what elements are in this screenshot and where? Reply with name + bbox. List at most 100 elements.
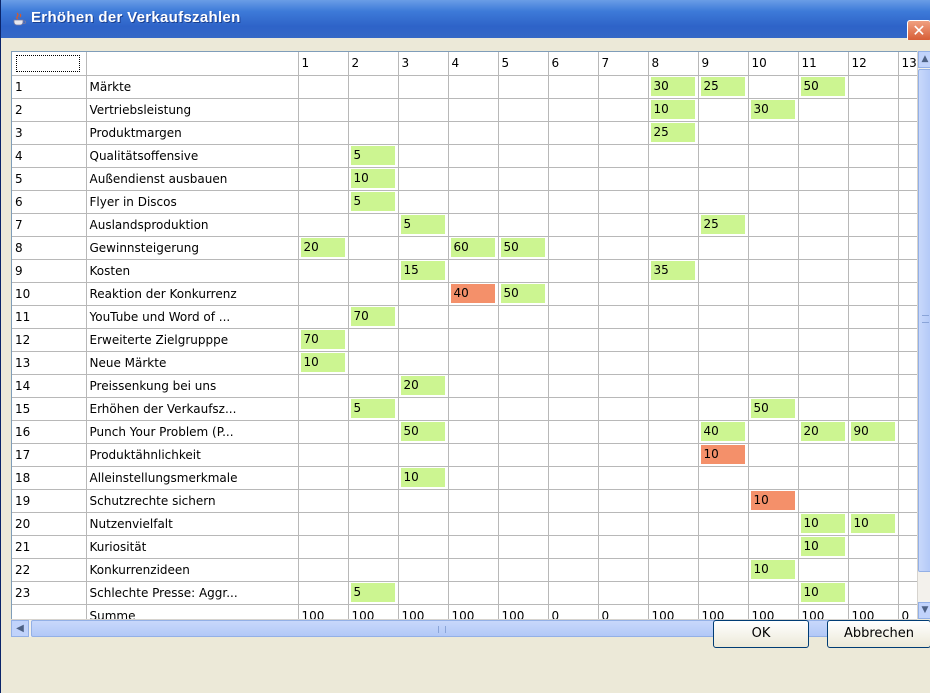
matrix-cell[interactable]: 30 xyxy=(748,98,798,121)
matrix-cell[interactable] xyxy=(348,282,398,305)
matrix-cell[interactable] xyxy=(798,328,848,351)
matrix-cell[interactable] xyxy=(398,489,448,512)
matrix-cell[interactable] xyxy=(498,167,548,190)
matrix-cell[interactable]: 5 xyxy=(348,581,398,604)
matrix-cell[interactable] xyxy=(748,351,798,374)
matrix-cell[interactable] xyxy=(848,305,898,328)
matrix-cell[interactable] xyxy=(898,75,917,98)
matrix-cell[interactable]: 50 xyxy=(398,420,448,443)
matrix-cell[interactable]: 70 xyxy=(348,305,398,328)
matrix-cell[interactable] xyxy=(448,190,498,213)
matrix-cell[interactable] xyxy=(698,512,748,535)
matrix-cell[interactable] xyxy=(648,466,698,489)
matrix-cell[interactable] xyxy=(298,443,348,466)
matrix-cell[interactable] xyxy=(798,236,848,259)
matrix-cell[interactable] xyxy=(498,466,548,489)
table-row[interactable]: 17 Produktähnlichkeit 10 xyxy=(12,443,917,466)
matrix-cell[interactable]: 10 xyxy=(798,535,848,558)
matrix-cell[interactable] xyxy=(798,144,848,167)
matrix-cell[interactable] xyxy=(598,190,648,213)
matrix-cell[interactable] xyxy=(448,305,498,328)
matrix-cell[interactable] xyxy=(298,213,348,236)
matrix-cell[interactable] xyxy=(798,121,848,144)
matrix-cell[interactable] xyxy=(598,420,648,443)
matrix-cell[interactable] xyxy=(548,466,598,489)
matrix-cell[interactable] xyxy=(598,558,648,581)
matrix-cell[interactable] xyxy=(298,558,348,581)
matrix-cell[interactable] xyxy=(498,489,548,512)
matrix-cell[interactable] xyxy=(598,167,648,190)
matrix-cell[interactable] xyxy=(848,489,898,512)
matrix-cell[interactable] xyxy=(848,351,898,374)
matrix-cell[interactable] xyxy=(698,489,748,512)
matrix-cell[interactable] xyxy=(648,282,698,305)
matrix-cell[interactable] xyxy=(898,466,917,489)
matrix-cell[interactable] xyxy=(448,443,498,466)
matrix-cell[interactable] xyxy=(398,581,448,604)
matrix-cell[interactable] xyxy=(798,259,848,282)
matrix-cell[interactable] xyxy=(748,190,798,213)
matrix-cell[interactable] xyxy=(698,397,748,420)
matrix-cell[interactable] xyxy=(348,75,398,98)
ok-button[interactable]: OK xyxy=(713,620,809,648)
table-row[interactable]: 8 Gewinnsteigerung 20 60 50 xyxy=(12,236,917,259)
matrix-cell[interactable] xyxy=(548,328,598,351)
matrix-cell[interactable] xyxy=(748,213,798,236)
matrix-cell[interactable] xyxy=(898,535,917,558)
matrix-cell[interactable] xyxy=(648,489,698,512)
table-row[interactable]: 9 Kosten 15 35 xyxy=(12,259,917,282)
matrix-cell[interactable] xyxy=(798,443,848,466)
matrix-cell[interactable] xyxy=(898,443,917,466)
matrix-cell[interactable] xyxy=(748,167,798,190)
table-row[interactable]: 6 Flyer in Discos 5 xyxy=(12,190,917,213)
matrix-cell[interactable]: 50 xyxy=(748,397,798,420)
matrix-cell[interactable] xyxy=(448,581,498,604)
matrix-cell[interactable] xyxy=(598,512,648,535)
matrix-cell[interactable] xyxy=(798,489,848,512)
table-row[interactable]: 1 Märkte 30 25 50 xyxy=(12,75,917,98)
matrix-cell[interactable] xyxy=(598,581,648,604)
matrix-cell[interactable] xyxy=(448,558,498,581)
matrix-cell[interactable] xyxy=(598,489,648,512)
table-row[interactable]: 23 Schlechte Presse: Aggr... 5 10 xyxy=(12,581,917,604)
matrix-cell[interactable] xyxy=(548,75,598,98)
matrix-cell[interactable]: 5 xyxy=(348,190,398,213)
table-row[interactable]: 16 Punch Your Problem (P... 50 40 20 90 xyxy=(12,420,917,443)
matrix-cell[interactable] xyxy=(798,351,848,374)
matrix-cell[interactable] xyxy=(448,328,498,351)
matrix-cell[interactable] xyxy=(598,121,648,144)
matrix-cell[interactable] xyxy=(898,236,917,259)
matrix-cell[interactable]: 70 xyxy=(298,328,348,351)
matrix-cell[interactable] xyxy=(848,259,898,282)
matrix-cell[interactable] xyxy=(548,305,598,328)
matrix-cell[interactable] xyxy=(648,351,698,374)
matrix-cell[interactable] xyxy=(348,535,398,558)
matrix-cell[interactable] xyxy=(298,144,348,167)
matrix-cell[interactable] xyxy=(648,397,698,420)
matrix-cell[interactable] xyxy=(698,466,748,489)
matrix-cell[interactable] xyxy=(448,121,498,144)
matrix-cell[interactable] xyxy=(848,98,898,121)
table-row[interactable]: 18 Alleinstellungsmerkmale 10 xyxy=(12,466,917,489)
matrix-cell[interactable] xyxy=(898,420,917,443)
matrix-cell[interactable]: 20 xyxy=(798,420,848,443)
matrix-cell[interactable] xyxy=(348,512,398,535)
matrix-cell[interactable] xyxy=(748,420,798,443)
matrix-cell[interactable] xyxy=(698,236,748,259)
matrix-cell[interactable] xyxy=(848,144,898,167)
matrix-cell[interactable] xyxy=(448,512,498,535)
matrix-cell[interactable] xyxy=(598,259,648,282)
matrix-cell[interactable] xyxy=(298,466,348,489)
matrix-cell[interactable]: 10 xyxy=(398,466,448,489)
matrix-cell[interactable] xyxy=(648,305,698,328)
matrix-cell[interactable] xyxy=(848,374,898,397)
matrix-cell[interactable] xyxy=(548,420,598,443)
matrix-cell[interactable] xyxy=(548,535,598,558)
matrix-cell[interactable] xyxy=(648,167,698,190)
table-row[interactable]: 2 Vertriebsleistung 10 30 xyxy=(12,98,917,121)
matrix-cell[interactable] xyxy=(748,374,798,397)
matrix-cell[interactable] xyxy=(548,489,598,512)
table-row[interactable]: 7 Auslandsproduktion 5 25 xyxy=(12,213,917,236)
matrix-cell[interactable]: 5 xyxy=(348,144,398,167)
matrix-cell[interactable] xyxy=(548,121,598,144)
